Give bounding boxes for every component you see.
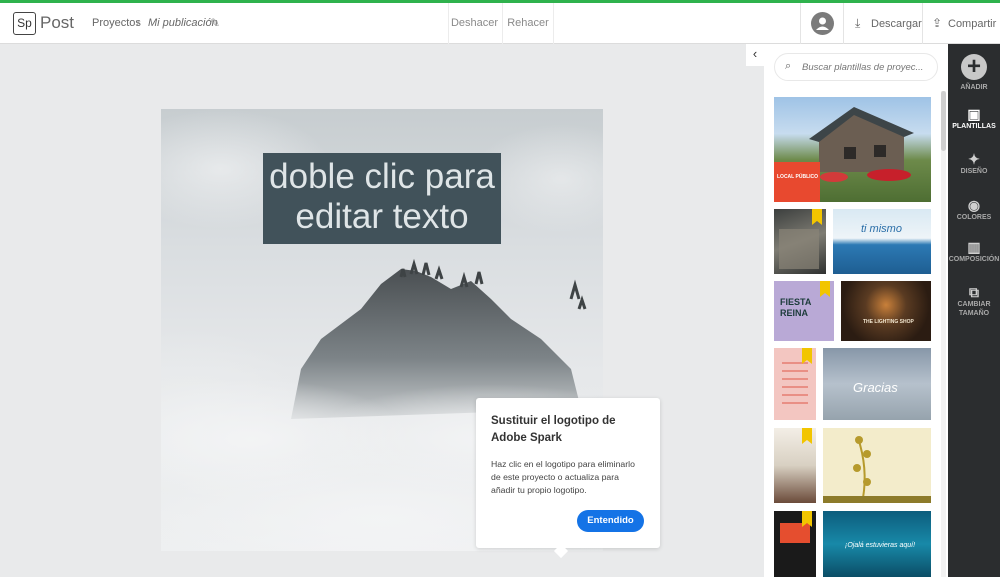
rail-item-colors[interactable]: ◉ COLORES — [948, 197, 1000, 222]
rail-item-design[interactable]: ✦ DISEÑO — [948, 151, 1000, 176]
rail-label: COLORES — [956, 214, 992, 221]
premium-badge-icon — [812, 209, 822, 225]
share-button[interactable]: ⇪ Compartir — [924, 3, 1000, 44]
popup-text: Haz clic en el logotipo para eliminarlo … — [491, 459, 635, 495]
template-text: FIESTA REINA — [780, 297, 811, 318]
panel-scrollbar[interactable] — [941, 91, 946, 577]
breadcrumb-current-project[interactable]: Mi publicación — [148, 17, 218, 29]
headline-text-box[interactable]: doble clic para editar texto — [263, 153, 501, 244]
template-text: Gracias — [853, 380, 898, 395]
right-rail: + AÑADIR ▣ PLANTILLAS ✦ DISEÑO ◉ COLORES… — [948, 44, 1000, 577]
download-label: Descargar — [871, 18, 922, 30]
download-icon: ⤓ — [855, 16, 861, 30]
template-text: ti mismo — [861, 223, 902, 235]
share-label: Compartir — [948, 18, 997, 30]
templates-panel: ⌕ Buscar plantillas de proyec... LOCAL P… — [764, 44, 948, 577]
logo-replace-popup: Sustituir el logotipo de Adobe Spark Haz… — [476, 398, 660, 559]
template-text: ¡Ojalá estuvieras aquí! — [845, 542, 916, 549]
dark-interior-photo — [779, 229, 819, 269]
rail-label: DISEÑO — [960, 168, 988, 175]
redo-button[interactable]: Rehacer — [502, 3, 554, 44]
search-icon: ⌕ — [785, 60, 792, 72]
template-thumbnail[interactable]: Gracias — [823, 348, 931, 420]
template-thumbnail[interactable]: LOCAL PÚBLICO — [774, 97, 931, 202]
share-icon: ⇪ — [932, 16, 943, 30]
breadcrumb-separator: › — [136, 15, 140, 29]
premium-badge-icon — [820, 281, 830, 297]
rail-label: AÑADIR — [960, 84, 988, 91]
rail-item-templates[interactable]: ▣ PLANTILLAS — [948, 106, 1000, 131]
rail-label: CAMBIAR — [957, 301, 991, 308]
rail-item-layout[interactable]: ▥ COMPOSICIÓN — [948, 239, 1000, 264]
rail-item-resize[interactable]: ⧉ CAMBIAR TAMAÑO — [948, 284, 1000, 318]
template-label-box: LOCAL PÚBLICO — [774, 162, 820, 202]
template-thumbnail[interactable]: ¡Ojalá estuvieras aquí! — [823, 511, 931, 577]
plus-icon: + — [961, 54, 987, 80]
template-text: THE LIGHTING SHOP — [863, 319, 914, 325]
breadcrumb-projects[interactable]: Proyectos — [92, 17, 141, 29]
template-text: LOCAL PÚBLICO — [777, 174, 819, 180]
app-name: Post — [40, 13, 75, 32]
magic-wand-icon: ✦ — [968, 151, 980, 167]
image-icon: ▣ — [967, 106, 981, 122]
pink-list-lines — [782, 362, 808, 408]
rail-label: COMPOSICIÓN — [948, 256, 1000, 263]
popup-title: Sustituir el logotipo de Adobe Spark — [491, 415, 616, 444]
got-it-button[interactable]: Entendido — [577, 510, 644, 532]
top-bar: Sp Post Proyectos › Mi publicación ✎ Des… — [0, 0, 1000, 44]
premium-badge-icon — [802, 428, 812, 444]
template-thumbnail[interactable] — [823, 428, 931, 503]
palette-icon: ◉ — [967, 197, 981, 213]
resize-icon: ⧉ — [969, 284, 979, 300]
rail-label: PLANTILLAS — [952, 123, 996, 130]
template-thumbnail[interactable]: ti mismo — [833, 209, 931, 274]
spark-logo[interactable]: Sp — [13, 12, 36, 35]
premium-badge-icon — [802, 511, 812, 527]
rail-label: TAMAÑO — [958, 310, 990, 317]
search-placeholder: Buscar plantillas de proyec... — [802, 62, 924, 73]
floral-pattern — [823, 436, 931, 503]
template-search-input[interactable]: ⌕ Buscar plantillas de proyec... — [774, 53, 938, 81]
collapse-panel-chevron-icon[interactable]: ‹ — [746, 44, 764, 66]
user-menu[interactable] — [800, 3, 844, 44]
rail-item-add[interactable]: + AÑADIR — [948, 54, 1000, 92]
user-avatar-icon[interactable] — [811, 12, 834, 35]
download-button[interactable]: ⤓ Descargar — [845, 3, 923, 44]
template-thumbnail[interactable]: THE LIGHTING SHOP — [841, 281, 931, 341]
pencil-icon[interactable]: ✎ — [210, 16, 220, 30]
undo-button[interactable]: Deshacer — [448, 3, 500, 44]
premium-badge-icon — [802, 348, 812, 364]
panel-scroll-thumb[interactable] — [941, 91, 946, 151]
layout-icon: ▥ — [967, 239, 981, 255]
